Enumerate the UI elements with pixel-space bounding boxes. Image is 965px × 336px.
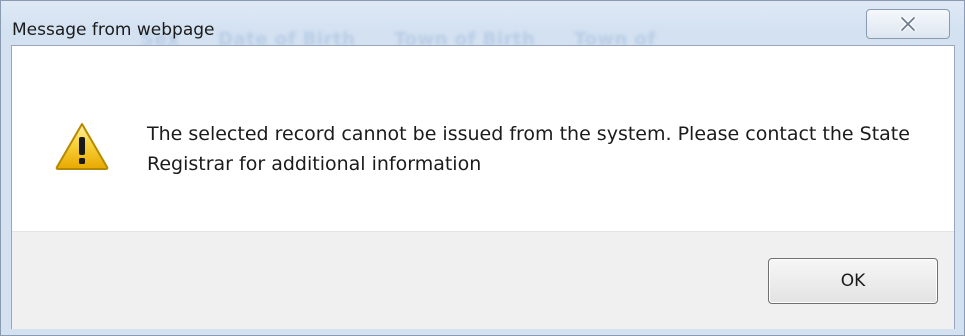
button-bar: OK (12, 231, 954, 329)
message-area: The selected record cannot be issued fro… (12, 46, 954, 231)
warning-icon (55, 123, 109, 170)
close-icon (900, 17, 916, 31)
dialog-title: Message from webpage (12, 20, 215, 40)
message-text: The selected record cannot be issued fro… (147, 123, 910, 175)
close-button[interactable] (866, 9, 950, 39)
dialog-window: Sex Date of Birth Town of Birth Town of … (0, 0, 965, 336)
title-bar[interactable]: Message from webpage (1, 1, 964, 45)
dialog-content: The selected record cannot be issued fro… (11, 45, 955, 329)
ok-button[interactable]: OK (768, 258, 938, 304)
